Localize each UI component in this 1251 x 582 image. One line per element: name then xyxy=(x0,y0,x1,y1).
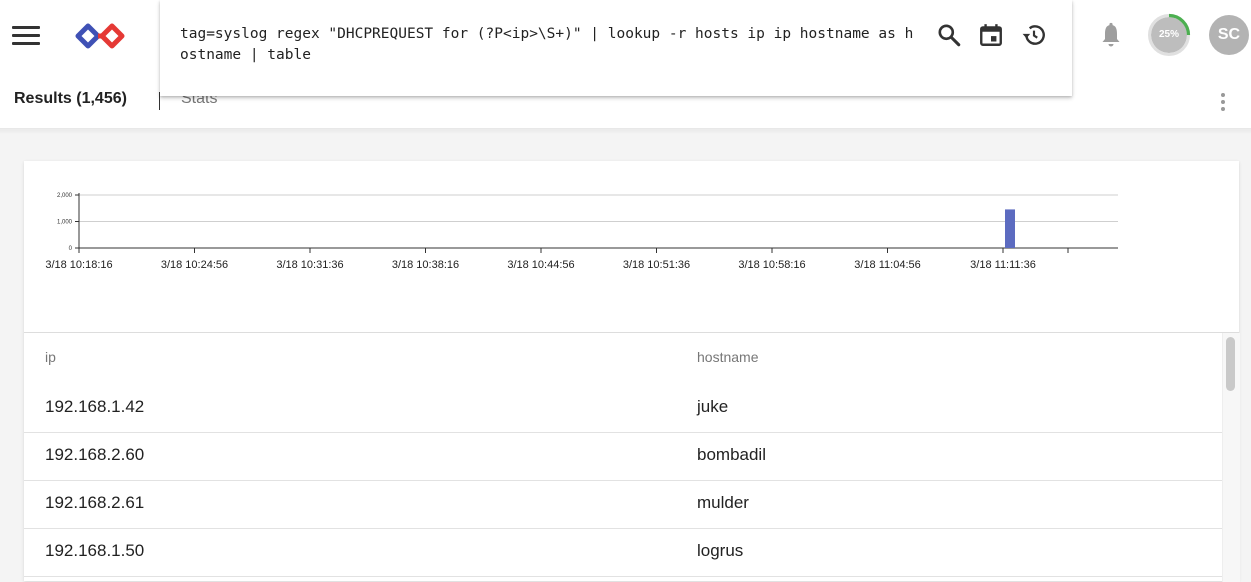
y-tick-label: 2,000 xyxy=(57,193,73,199)
x-tick-label: 3/18 10:58:16 xyxy=(738,259,805,271)
bell-icon[interactable] xyxy=(1100,22,1122,48)
y-tick-label: 1,000 xyxy=(57,220,73,226)
logo-icon[interactable] xyxy=(74,22,126,50)
cell-hostname: mulder xyxy=(697,493,749,512)
x-tick-label: 3/18 10:38:16 xyxy=(392,259,459,271)
y-tick-label: 0 xyxy=(69,246,73,252)
results-card: 0 1,000 2,000 3/18 10:18:16 3/18 10:24:56 3/1… xyxy=(24,161,1240,582)
avatar[interactable]: SC xyxy=(1209,15,1249,55)
table-row[interactable]: 192.168.1.50 logrus xyxy=(24,529,1222,577)
x-tick-label: 3/18 10:18:16 xyxy=(45,259,112,271)
search-icon[interactable] xyxy=(936,22,962,48)
results-table: ip hostname 192.168.1.42 juke 192.168.2.… xyxy=(24,332,1240,582)
progress-percent: 25% xyxy=(1158,29,1179,40)
query-editor[interactable]: tag=syslog regex "DHCPREQUEST for (?P<ip… xyxy=(160,0,1072,96)
x-tick-label: 3/18 10:31:36 xyxy=(276,259,343,271)
x-tick-label: 3/18 10:24:56 xyxy=(161,259,228,271)
top-bar: tag=syslog regex "DHCPREQUEST for (?P<ip… xyxy=(0,0,1251,130)
cell-ip: 192.168.1.42 xyxy=(45,397,145,416)
x-tick-label: 3/18 10:44:56 xyxy=(507,259,574,271)
table-scrollbar[interactable] xyxy=(1222,333,1240,582)
query-text[interactable]: tag=syslog regex "DHCPREQUEST for (?P<ip… xyxy=(180,24,920,66)
chart-bar xyxy=(1005,209,1015,248)
tab-results[interactable]: Results (1,456) xyxy=(14,90,127,108)
table-row[interactable]: 192.168.2.61 mulder xyxy=(24,481,1222,529)
cell-hostname: logrus xyxy=(697,541,744,560)
cell-ip: 192.168.2.61 xyxy=(45,493,145,512)
tab-bar-shadow xyxy=(0,128,1251,134)
x-tick-label: 3/18 11:11:36 xyxy=(970,259,1036,271)
cell-ip: 192.168.1.50 xyxy=(45,541,145,560)
column-header-ip[interactable]: ip xyxy=(45,349,56,365)
scrollbar-thumb[interactable] xyxy=(1226,337,1235,391)
menu-icon[interactable] xyxy=(12,26,40,46)
calendar-icon[interactable] xyxy=(978,22,1004,48)
cell-hostname: bombadil xyxy=(697,445,766,464)
more-options-icon[interactable] xyxy=(1215,90,1231,116)
column-header-hostname[interactable]: hostname xyxy=(697,349,758,365)
cell-hostname: juke xyxy=(697,397,729,416)
table-row[interactable]: 192.168.1.42 juke xyxy=(24,385,1222,433)
x-tick-label: 3/18 10:51:36 xyxy=(623,259,690,271)
history-icon[interactable] xyxy=(1021,22,1047,48)
timeline-chart[interactable]: 0 1,000 2,000 3/18 10:18:16 3/18 10:24:56 3/1… xyxy=(24,161,1239,332)
x-tick-label: 3/18 11:04:56 xyxy=(854,259,920,271)
cell-ip: 192.168.2.60 xyxy=(45,445,145,464)
search-progress-indicator[interactable]: 25% xyxy=(1147,13,1191,57)
table-row[interactable]: 192.168.2.60 bombadil xyxy=(24,433,1222,481)
